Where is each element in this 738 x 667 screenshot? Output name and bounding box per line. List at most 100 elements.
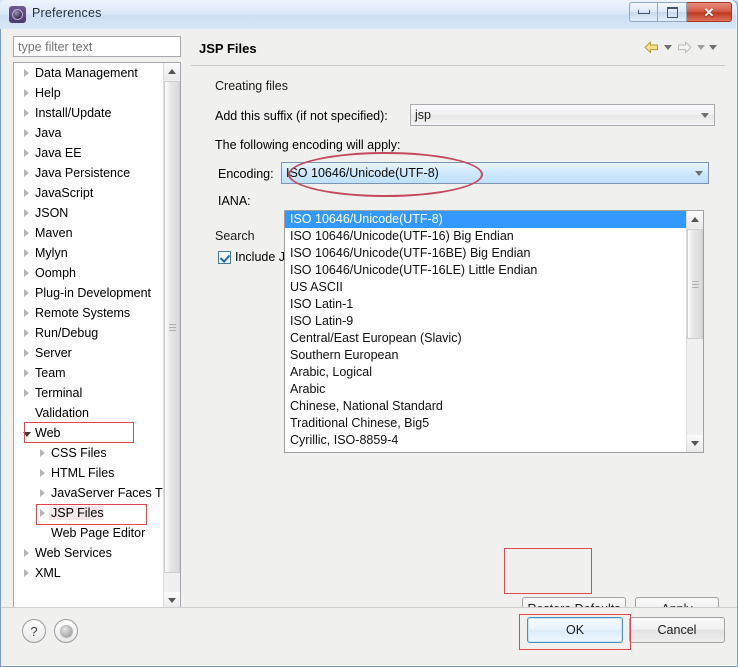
tree-expander[interactable] [36, 469, 49, 477]
sidebar-item-json[interactable]: JSON [14, 203, 165, 223]
encoding-option[interactable]: Chinese, National Standard [285, 398, 688, 415]
chevron-right-icon [40, 489, 45, 497]
title-bar[interactable]: Preferences ✕ [0, 0, 736, 29]
encoding-option[interactable]: ISO 10646/Unicode(UTF-16BE) Big Endian [285, 245, 688, 262]
back-arrow-icon[interactable] [643, 40, 660, 55]
dropdown-scroll-up-button[interactable] [687, 211, 703, 228]
tree-expander[interactable] [20, 430, 33, 437]
tree-expander[interactable] [20, 289, 33, 297]
preferences-tree[interactable]: Data Management Help Install/Update Java Jav… [13, 62, 181, 610]
encoding-option[interactable]: ISO Latin-9 [285, 313, 688, 330]
sidebar-item-css-files[interactable]: CSS Files [14, 443, 165, 463]
tree-expander[interactable] [36, 489, 49, 497]
tree-expander[interactable] [20, 269, 33, 277]
help-button[interactable]: ? [22, 619, 46, 643]
encoding-option[interactable]: ISO 10646/Unicode(UTF-8) [285, 211, 688, 228]
sidebar-item-run-debug[interactable]: Run/Debug [14, 323, 165, 343]
tree-expander[interactable] [20, 369, 33, 377]
encoding-option[interactable]: ISO 10646/Unicode(UTF-16LE) Little Endia… [285, 262, 688, 279]
forward-history-chevron-icon[interactable] [697, 45, 705, 50]
forward-arrow-icon[interactable] [676, 40, 693, 55]
sidebar-item-javaserver-faces-t[interactable]: JavaServer Faces T [14, 483, 165, 503]
tree-expander[interactable] [36, 509, 49, 517]
settings-dot-button[interactable] [54, 619, 78, 643]
tree-expander[interactable] [36, 449, 49, 457]
sidebar-item-xml[interactable]: XML [14, 563, 165, 583]
maximize-button[interactable] [658, 2, 687, 22]
encoding-option[interactable]: US ASCII [285, 279, 688, 296]
sidebar-item-label: Java EE [35, 146, 82, 160]
tree-expander[interactable] [20, 249, 33, 257]
tree-scrollbar-thumb[interactable] [164, 81, 180, 573]
sidebar-item-java[interactable]: Java [14, 123, 165, 143]
encoding-option[interactable]: Arabic [285, 381, 688, 398]
encoding-combo[interactable]: ISO 10646/Unicode(UTF-8) [281, 162, 709, 184]
encoding-option[interactable]: Arabic, Logical [285, 364, 688, 381]
ok-button[interactable]: OK [527, 617, 623, 643]
sidebar-item-web-services[interactable]: Web Services [14, 543, 165, 563]
sidebar-item-plug-in-development[interactable]: Plug-in Development [14, 283, 165, 303]
tree-expander[interactable] [20, 129, 33, 137]
sidebar-item-maven[interactable]: Maven [14, 223, 165, 243]
sidebar-item-label: JSON [35, 206, 69, 220]
tree-expander[interactable] [20, 389, 33, 397]
encoding-option[interactable]: Southern European [285, 347, 688, 364]
tree-expander[interactable] [20, 309, 33, 317]
tree-expander[interactable] [20, 569, 33, 577]
suffix-combo[interactable]: jsp [410, 104, 715, 126]
tree-vertical-scrollbar[interactable] [163, 63, 180, 609]
tree-expander[interactable] [20, 209, 33, 217]
sidebar-item-remote-systems[interactable]: Remote Systems [14, 303, 165, 323]
tree-expander[interactable] [20, 549, 33, 557]
sidebar-item-server[interactable]: Server [14, 343, 165, 363]
sidebar-item-html-files[interactable]: HTML Files [14, 463, 165, 483]
sidebar-item-data-management[interactable]: Data Management [14, 63, 165, 83]
back-history-chevron-icon[interactable] [664, 45, 672, 50]
sidebar-item-jsp-files[interactable]: JSP Files [14, 503, 165, 523]
tree-expander[interactable] [20, 69, 33, 77]
encoding-option[interactable]: ISO Latin-1 [285, 296, 688, 313]
sidebar-item-help[interactable]: Help [14, 83, 165, 103]
tree-expander[interactable] [20, 109, 33, 117]
tree-expander[interactable] [20, 169, 33, 177]
sidebar-item-java-ee[interactable]: Java EE [14, 143, 165, 163]
dropdown-vertical-scrollbar[interactable] [686, 211, 703, 452]
encoding-option[interactable]: ISO 10646/Unicode(UTF-16) Big Endian [285, 228, 688, 245]
encoding-option[interactable]: Cyrillic, ISO-8859-4 [285, 432, 688, 449]
encoding-combo-value: ISO 10646/Unicode(UTF-8) [286, 166, 439, 180]
close-button[interactable]: ✕ [687, 2, 732, 22]
tree-expander[interactable] [20, 149, 33, 157]
sidebar-item-javascript[interactable]: JavaScript [14, 183, 165, 203]
minimize-icon [637, 10, 650, 14]
dropdown-scroll-down-button[interactable] [687, 435, 703, 452]
sidebar-item-install-update[interactable]: Install/Update [14, 103, 165, 123]
sidebar-item-terminal[interactable]: Terminal [14, 383, 165, 403]
encoding-option[interactable]: Central/East European (Slavic) [285, 330, 688, 347]
sidebar-item-web[interactable]: Web [14, 423, 165, 443]
tree-scroll-up-button[interactable] [164, 63, 180, 80]
search-input[interactable] [13, 36, 181, 57]
search-group-label: Search [215, 229, 255, 243]
sidebar-item-web-page-editor[interactable]: Web Page Editor [14, 523, 165, 543]
sidebar-item-label: Web [35, 426, 61, 440]
tree-expander[interactable] [20, 329, 33, 337]
encoding-combo-arrow[interactable] [690, 163, 708, 183]
tree-expander[interactable] [20, 89, 33, 97]
sidebar-item-validation[interactable]: Validation [14, 403, 165, 423]
tree-expander[interactable] [20, 349, 33, 357]
cancel-button[interactable]: Cancel [629, 617, 725, 643]
include-jsp-checkbox[interactable]: Include J [218, 250, 285, 264]
window-controls: ✕ [629, 2, 732, 23]
minimize-button[interactable] [629, 2, 658, 22]
tree-expander[interactable] [20, 189, 33, 197]
pane-menu-chevron-icon[interactable] [709, 45, 717, 50]
sidebar-item-oomph[interactable]: Oomph [14, 263, 165, 283]
suffix-combo-arrow[interactable] [696, 105, 714, 125]
dropdown-scrollbar-thumb[interactable] [687, 229, 703, 339]
sidebar-item-team[interactable]: Team [14, 363, 165, 383]
sidebar-item-mylyn[interactable]: Mylyn [14, 243, 165, 263]
sidebar-item-java-persistence[interactable]: Java Persistence [14, 163, 165, 183]
encoding-dropdown-list[interactable]: ISO 10646/Unicode(UTF-8) ISO 10646/Unicod… [284, 210, 704, 453]
tree-expander[interactable] [20, 229, 33, 237]
encoding-option[interactable]: Traditional Chinese, Big5 [285, 415, 688, 432]
